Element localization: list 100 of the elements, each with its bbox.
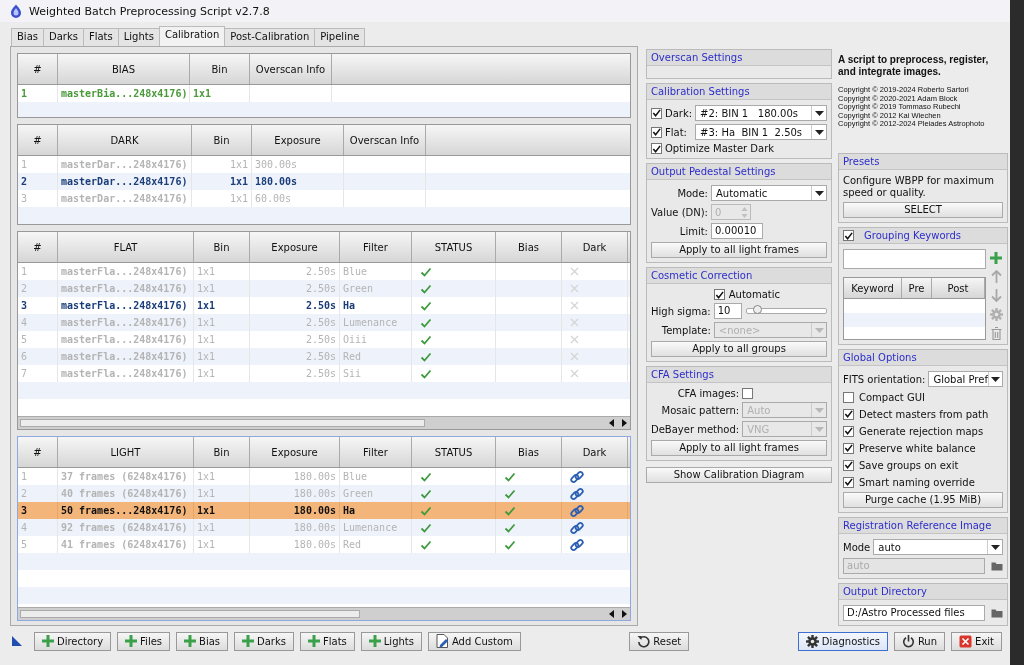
- folder-icon[interactable]: [991, 608, 1003, 618]
- column-header[interactable]: #: [18, 437, 58, 467]
- dropdown[interactable]: #3: Ha BIN 1 2.50s: [695, 124, 827, 140]
- column-header[interactable]: Exposure: [250, 437, 340, 467]
- input-field[interactable]: 0.00010: [711, 223, 763, 239]
- button[interactable]: Apply to all light frames: [651, 242, 827, 258]
- column-header[interactable]: Bin: [192, 125, 252, 155]
- checkbox[interactable]: [843, 476, 854, 488]
- button[interactable]: Flats: [300, 631, 355, 651]
- horizontal-scrollbar[interactable]: [18, 607, 630, 620]
- column-header[interactable]: STATUS: [412, 232, 496, 262]
- column-header[interactable]: #: [18, 54, 58, 84]
- folder-icon[interactable]: [991, 561, 1003, 571]
- table-cell: 180.00s: [250, 468, 340, 485]
- column-header[interactable]: Filter: [340, 232, 412, 262]
- slider[interactable]: [745, 308, 827, 314]
- column-header[interactable]: Post: [932, 278, 985, 298]
- button[interactable]: Diagnostics: [797, 631, 888, 651]
- column-header[interactable]: Dark: [562, 437, 628, 467]
- button[interactable]: Apply to all light frames: [651, 440, 827, 456]
- button[interactable]: Lights: [360, 631, 422, 651]
- column-header[interactable]: Bin: [194, 437, 250, 467]
- input-field[interactable]: 10: [713, 303, 742, 319]
- button[interactable]: Directory: [34, 631, 112, 651]
- column-header[interactable]: Keyword: [844, 278, 902, 298]
- column-header[interactable]: Dark: [562, 232, 628, 262]
- tab[interactable]: Darks: [43, 28, 84, 46]
- column-header[interactable]: Exposure: [252, 125, 344, 155]
- plus-icon[interactable]: [990, 252, 1002, 264]
- column-header[interactable]: DARK: [58, 125, 192, 155]
- tab[interactable]: Flats: [82, 28, 119, 46]
- column-header[interactable]: #: [18, 125, 58, 155]
- slider-thumb[interactable]: [752, 305, 762, 314]
- column-header[interactable]: BIAS: [58, 54, 190, 84]
- checkbox[interactable]: [843, 459, 854, 471]
- button[interactable]: Show Calibration Diagram: [646, 467, 832, 483]
- section-title: Output Pedestal Settings: [647, 164, 831, 180]
- checkbox[interactable]: [713, 289, 725, 300]
- column-header[interactable]: Overscan Info: [250, 54, 332, 84]
- button[interactable]: Reset: [629, 631, 690, 651]
- checkbox[interactable]: [651, 107, 662, 119]
- checkbox-label: Automatic: [728, 289, 781, 300]
- table-row[interactable]: 3 50 frames...248x4176) 1x1 180.00s Ha: [18, 502, 630, 519]
- column-header[interactable]: Bias: [496, 437, 562, 467]
- resize-corner-icon[interactable]: [12, 636, 22, 646]
- button[interactable]: Darks: [234, 631, 294, 651]
- checkbox[interactable]: [651, 143, 662, 154]
- table-cell: 1x1: [194, 536, 250, 553]
- button[interactable]: SELECT: [843, 202, 1003, 218]
- checkbox-label: Flat:: [665, 126, 687, 138]
- section-title: CFA Settings: [647, 367, 831, 383]
- tab[interactable]: Calibration: [158, 26, 226, 46]
- scroll-arrows-icon[interactable]: [608, 610, 628, 618]
- button[interactable]: Exit: [951, 631, 1002, 651]
- tab[interactable]: Post-Calibration: [224, 28, 316, 46]
- dropdown[interactable]: Automatic: [711, 185, 827, 201]
- table-cell: masterDar...248x4176): [58, 156, 192, 173]
- checkbox[interactable]: [843, 442, 854, 454]
- dropdown[interactable]: Global Pref: [928, 371, 1003, 387]
- input-field[interactable]: [843, 249, 986, 269]
- column-header[interactable]: FLAT: [58, 232, 194, 262]
- button[interactable]: Run: [893, 631, 946, 651]
- dropdown[interactable]: #2: BIN 1 180.00s: [695, 105, 827, 121]
- description-text: Configure WBPP for maximum speed or quality.: [843, 175, 995, 199]
- column-header[interactable]: Filter: [340, 437, 412, 467]
- scroll-arrows-icon[interactable]: [608, 419, 628, 427]
- checkbox[interactable]: [843, 230, 854, 241]
- plus-icon: [42, 635, 54, 647]
- table-cell: 2.50s: [250, 314, 340, 331]
- column-header[interactable]: #: [18, 232, 58, 262]
- button[interactable]: Apply to all groups: [651, 341, 827, 357]
- column-header[interactable]: Pre: [902, 278, 932, 298]
- dropdown[interactable]: auto: [873, 539, 1003, 555]
- tab[interactable]: Pipeline: [314, 28, 366, 46]
- button[interactable]: Files: [117, 631, 171, 651]
- checkbox[interactable]: [742, 388, 754, 399]
- table-cell: 1x1: [194, 280, 250, 297]
- checkbox[interactable]: [843, 408, 854, 420]
- column-header[interactable]: Bin: [194, 232, 250, 262]
- column-header[interactable]: Bias: [496, 232, 562, 262]
- column-header[interactable]: LIGHT: [58, 437, 194, 467]
- table-cell: 2.50s: [250, 348, 340, 365]
- checkbox[interactable]: [651, 126, 662, 138]
- button[interactable]: Add Custom: [427, 631, 521, 651]
- column-header[interactable]: Exposure: [250, 232, 340, 262]
- table-cell: Ha: [340, 502, 412, 519]
- checkbox[interactable]: [843, 425, 854, 437]
- table-row[interactable]: 3 masterFla...248x4176) 1x1 2.50s Ha: [18, 297, 630, 314]
- tab[interactable]: Bias: [11, 28, 44, 46]
- button[interactable]: Purge cache (1.95 MiB): [843, 492, 1003, 508]
- checkbox[interactable]: [843, 391, 854, 403]
- column-header[interactable]: Bin: [190, 54, 250, 84]
- horizontal-scrollbar[interactable]: [18, 416, 630, 429]
- table-row[interactable]: 2 masterDar...248x4176) 1x1 180.00s: [18, 173, 630, 190]
- tab[interactable]: Lights: [117, 28, 160, 46]
- input-field[interactable]: D:/Astro Processed files: [843, 605, 985, 621]
- column-header[interactable]: Overscan Info: [344, 125, 426, 155]
- column-header[interactable]: STATUS: [412, 437, 496, 467]
- button[interactable]: Bias: [176, 631, 229, 651]
- field-label: Limit:: [678, 225, 708, 237]
